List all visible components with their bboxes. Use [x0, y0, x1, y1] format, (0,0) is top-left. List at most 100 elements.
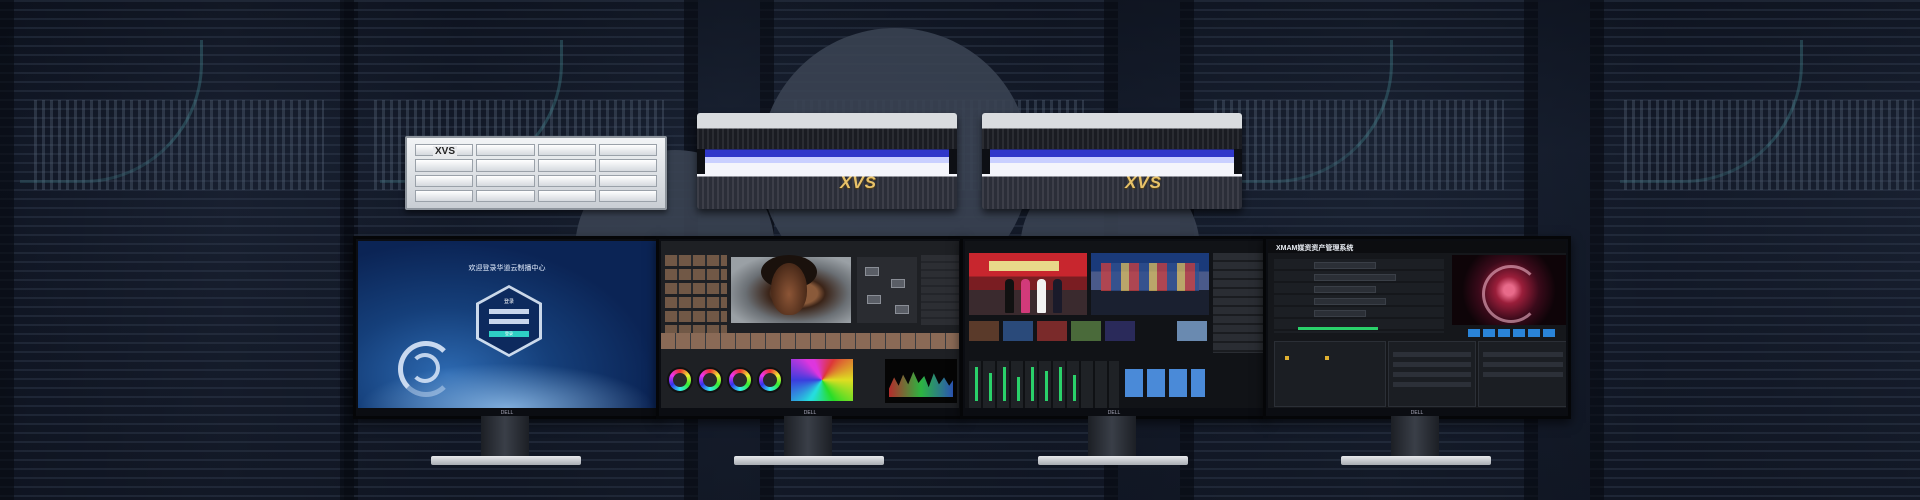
drive-bay — [598, 189, 657, 202]
username-field[interactable] — [489, 309, 529, 314]
server-logo: XVS — [1124, 173, 1162, 192]
switcher-screen — [965, 241, 1263, 408]
list-row[interactable] — [1483, 372, 1563, 377]
production-server-1: XVS — [697, 113, 957, 209]
login-form-label: 登录 — [503, 299, 514, 305]
list-row[interactable] — [1483, 362, 1563, 367]
list-panel — [1388, 341, 1476, 407]
drive-bay — [476, 159, 535, 172]
audio-level-meter — [1017, 377, 1020, 401]
output-tiles — [1125, 369, 1205, 397]
rack-handle — [982, 149, 990, 175]
presenter — [1053, 279, 1062, 313]
form-field[interactable] — [1314, 310, 1366, 317]
form-field[interactable] — [1314, 286, 1376, 293]
monitor-management: XMAM媒资资产管理系统 DELL — [1263, 236, 1571, 419]
settings-form — [1274, 259, 1444, 333]
swirl-logo-icon — [410, 353, 440, 383]
rack-handle — [1234, 149, 1242, 175]
login-screen: 欢迎登录华道云制播中心 登录 登录 — [358, 241, 656, 408]
video-preview — [1452, 255, 1566, 325]
source-thumbnail[interactable] — [1071, 321, 1101, 341]
drive-bay — [598, 144, 657, 157]
monitor-foot — [431, 456, 581, 465]
timeline-strip — [661, 333, 959, 349]
drive-bay — [476, 189, 535, 202]
form-field[interactable] — [1314, 262, 1376, 269]
color-wheel — [667, 367, 693, 393]
server-grille — [982, 128, 1242, 150]
status-panel — [1274, 341, 1386, 407]
preview-output — [1091, 253, 1209, 315]
drive-bay — [598, 159, 657, 172]
server-grille — [697, 176, 957, 209]
server-grille — [982, 176, 1242, 209]
graph-node — [867, 295, 881, 304]
audio-level-meter — [1073, 375, 1076, 401]
server-logo: XVS — [839, 173, 877, 192]
monitor-foot — [1038, 456, 1188, 465]
program-output — [969, 253, 1087, 315]
server-logo: XVS — [433, 146, 458, 157]
source-thumbnail[interactable] — [1037, 321, 1067, 341]
media-thumbnails — [665, 255, 727, 335]
monitor-stand — [784, 416, 832, 458]
presenter — [1005, 279, 1014, 313]
monitor-stand — [481, 416, 529, 458]
list-row[interactable] — [1393, 352, 1471, 357]
rack-handle — [949, 149, 957, 175]
playback-buttons[interactable] — [1468, 329, 1558, 337]
monitor-login: 欢迎登录华道云制播中心 登录 登录 DELL — [353, 236, 661, 419]
drive-bay — [476, 174, 535, 187]
source-thumbnail[interactable] — [1177, 321, 1207, 341]
graph-node — [895, 305, 909, 314]
server-grille — [697, 128, 957, 150]
list-row[interactable] — [1393, 362, 1471, 367]
audio-level-meter — [1003, 367, 1006, 401]
form-field[interactable] — [1314, 274, 1396, 281]
audio-level-meter — [1059, 367, 1062, 401]
drive-bay — [598, 174, 657, 187]
audio-level-meter — [975, 367, 978, 401]
viewer-subject — [771, 263, 807, 315]
drive-bay — [537, 144, 596, 157]
source-thumbnail[interactable] — [969, 321, 999, 341]
drive-bay — [415, 189, 474, 202]
source-thumbnail[interactable] — [1003, 321, 1033, 341]
list-row[interactable] — [1483, 352, 1563, 357]
drive-bay — [537, 159, 596, 172]
progress-bar — [1298, 327, 1378, 330]
banner-stage: XVS XVS XVS 欢迎登录华道云制播中心 登录 登录 DELL DELL … — [0, 0, 1920, 500]
form-field[interactable] — [1314, 298, 1386, 305]
monitor-stand — [1391, 416, 1439, 458]
login-title: 欢迎登录华道云制播中心 — [468, 265, 546, 272]
color-wheel — [727, 367, 753, 393]
drive-bay — [415, 174, 474, 187]
detail-panel — [1478, 341, 1566, 407]
inspector-panel — [921, 255, 959, 325]
login-button[interactable]: 登录 — [489, 331, 529, 337]
drive-bay — [476, 144, 535, 157]
management-title: XMAM媒资资产管理系统 — [1276, 245, 1354, 252]
password-field[interactable] — [489, 319, 529, 324]
color-wheel — [757, 367, 783, 393]
list-row[interactable] — [1393, 372, 1471, 377]
status-dot — [1325, 356, 1329, 360]
production-server-2: XVS — [982, 113, 1242, 209]
vectorscope — [791, 359, 853, 401]
management-screen: XMAM媒资资产管理系统 — [1268, 241, 1566, 408]
presenter — [1037, 279, 1046, 313]
monitor-color-grading: DELL — [656, 236, 964, 419]
monitor-foot — [734, 456, 884, 465]
waveform-scope — [885, 359, 957, 403]
monitor-foot — [1341, 456, 1491, 465]
drive-bay — [415, 159, 474, 172]
list-row[interactable] — [1393, 382, 1471, 387]
drive-bay — [537, 174, 596, 187]
monitor-switcher: DELL — [960, 236, 1268, 419]
switcher-controls — [1213, 253, 1263, 353]
monitor-stand — [1088, 416, 1136, 458]
graph-node — [865, 267, 879, 276]
status-dot — [1285, 356, 1289, 360]
source-thumbnail[interactable] — [1105, 321, 1135, 341]
